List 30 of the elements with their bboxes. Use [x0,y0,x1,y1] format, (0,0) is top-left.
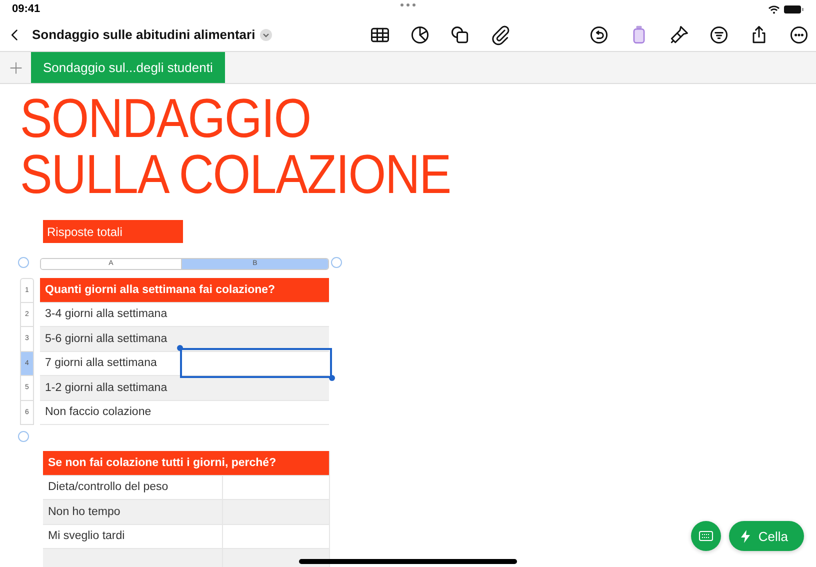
more-icon[interactable] [788,24,810,46]
table-header-cell: Se non fai colazione tutti i giorni, perché? [43,451,330,476]
paperclip-icon[interactable] [489,24,512,46]
table-header-cell: Quanti giorni alla settimana fai colazione? [40,278,329,302]
keyboard-button[interactable] [691,521,722,551]
filter-icon[interactable] [708,24,730,46]
multitask-dots-icon[interactable] [400,3,416,7]
battery-icon [784,4,804,14]
cell-selection[interactable] [180,348,332,378]
paintbrush-icon[interactable] [668,24,690,46]
document-heading: SULLA COLAZIONE [20,146,451,202]
table-cell: 1-2 giorni alla settimana [40,376,329,400]
lightning-icon [741,530,750,542]
pie-chart-icon[interactable] [409,24,432,46]
add-icon[interactable] [8,60,24,76]
table-cell: Non faccio colazione [40,400,329,425]
status-time: 09:41 [12,3,40,15]
selection-handle-icon[interactable] [329,374,335,380]
table-cell: 5-6 giorni alla settimana [40,327,329,352]
document-title[interactable]: Sondaggio sulle abitudini alimentari [32,27,256,42]
table-cell: Non ho tempo [43,500,223,524]
section-label: Risposte totali [43,220,183,243]
chevron-down-icon[interactable] [260,28,272,40]
add-row-handle-icon[interactable] [18,431,29,442]
table-handle-icon[interactable] [18,257,29,268]
undo-icon[interactable] [588,24,610,46]
document-heading: SONDAGGIO [20,90,311,146]
column-handle-icon[interactable] [331,257,342,268]
keyboard-icon [699,531,714,541]
wifi-icon [768,4,780,14]
